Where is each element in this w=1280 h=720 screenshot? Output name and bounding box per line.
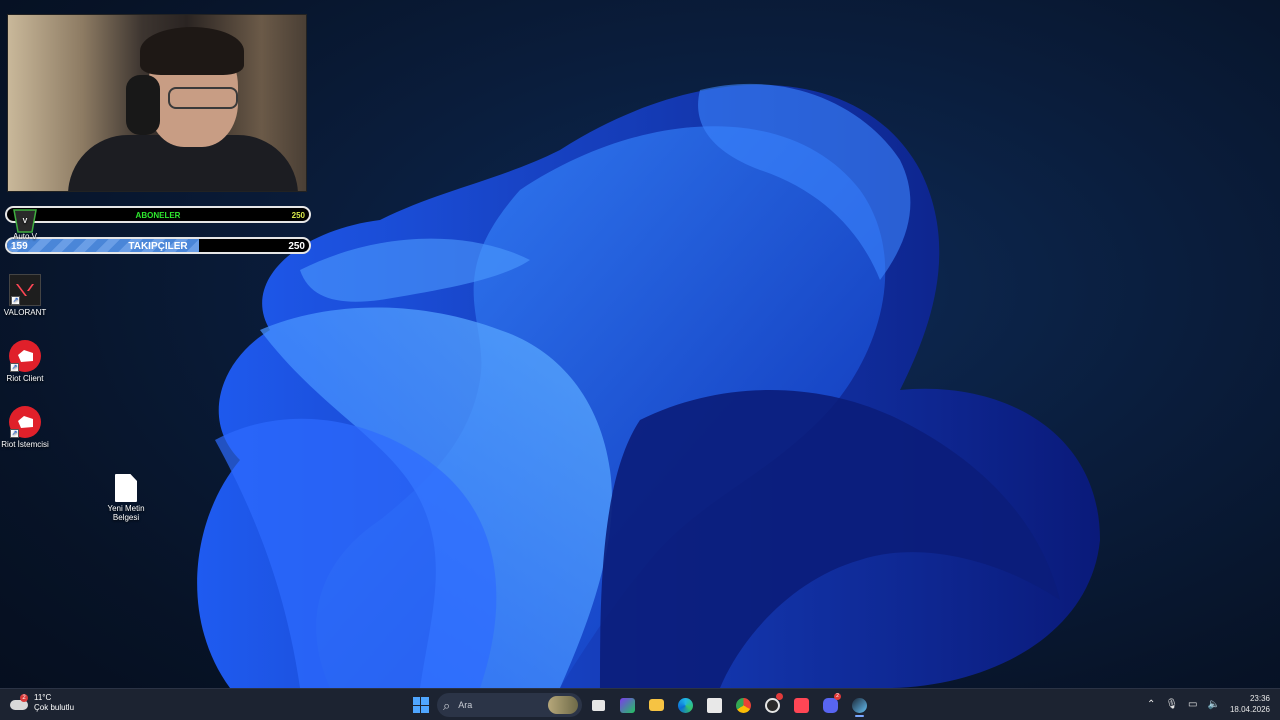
riot-client-icon: ↗ — [9, 340, 41, 372]
task-view-icon — [592, 699, 605, 711]
weather-temperature: 11°C — [34, 693, 52, 702]
shortcut-arrow-icon: ↗ — [10, 363, 19, 372]
valorant-taskbar-button[interactable] — [789, 693, 814, 717]
search-icon: ⌕ — [443, 697, 451, 713]
desktop-icon-label: Riot İstemcisi — [1, 440, 49, 449]
chrome-button[interactable] — [731, 693, 756, 717]
ms-store-games-button[interactable] — [615, 693, 640, 717]
file-explorer-button[interactable] — [644, 693, 669, 717]
microsoft-store-icon — [707, 697, 722, 713]
desktop-icon-label: Riot Client — [6, 374, 44, 383]
weather-widget[interactable]: 2 11°C Çok bulutlu — [10, 693, 74, 713]
speaker-icon[interactable]: 🔈 — [1208, 699, 1220, 710]
valorant-icon — [794, 697, 809, 713]
gta-icon: V — [13, 209, 37, 233]
system-tray: ⌃ 🎙 ▭ 🔈 23:36 18.04.2026 — [1147, 693, 1270, 715]
windows-logo-icon — [412, 697, 429, 713]
chevron-up-icon[interactable]: ⌃ — [1147, 699, 1155, 710]
start-button[interactable] — [408, 693, 433, 717]
desktop-icon-valorant[interactable]: ↗ VALORANT — [0, 274, 55, 317]
taskbar-search[interactable]: ⌕ Ara — [437, 693, 582, 717]
svg-text:V: V — [23, 218, 28, 225]
followers-goal-target: 250 — [288, 241, 305, 252]
riot-client-icon: ↗ — [9, 406, 41, 438]
chrome-icon — [736, 697, 751, 713]
search-placeholder: Ara — [458, 700, 473, 710]
obs-recording-indicator — [776, 693, 783, 700]
subscribers-goal-target: 250 — [291, 211, 305, 220]
display-icon[interactable]: ▭ — [1188, 699, 1197, 710]
shortcut-arrow-icon: ↗ — [11, 296, 20, 305]
cloudy-weather-icon: 2 — [10, 694, 28, 710]
valorant-icon: ↗ — [9, 274, 41, 306]
desktop-icon-gta[interactable]: V Auto V — [0, 208, 55, 247]
search-highlight-image — [548, 696, 578, 714]
obs-button[interactable] — [760, 693, 785, 717]
desktop-icon-text-document[interactable]: Yeni Metin Belgesi — [96, 474, 156, 522]
microsoft-store-button[interactable] — [702, 693, 727, 717]
clock[interactable]: 23:36 18.04.2026 — [1230, 693, 1270, 715]
discord-button[interactable]: 2 — [818, 693, 843, 717]
headphones — [126, 75, 160, 135]
clock-time: 23:36 — [1249, 694, 1270, 703]
edge-button[interactable] — [673, 693, 698, 717]
glasses — [168, 87, 238, 109]
weather-badge: 2 — [20, 694, 28, 702]
desktop-icon-riot-client[interactable]: ↗ Riot Client — [0, 340, 55, 383]
discord-notification-badge: 2 — [834, 693, 841, 700]
text-document-icon — [115, 474, 137, 502]
clock-date: 18.04.2026 — [1229, 705, 1270, 714]
shortcut-arrow-icon: ↗ — [10, 429, 19, 438]
webcam-person-hair — [140, 27, 244, 75]
edge-icon — [678, 697, 693, 713]
weather-condition: Çok bulutlu — [34, 703, 75, 712]
task-view-button[interactable] — [586, 693, 611, 717]
steam-button[interactable] — [847, 693, 872, 717]
desktop-icon-label: VALORANT — [3, 308, 47, 317]
file-explorer-icon — [649, 699, 664, 711]
taskbar-apps: ⌕ Ara 2 — [408, 693, 872, 717]
taskbar: 2 11°C Çok bulutlu ⌕ Ara 2 ⌃ 🎙 ▭ 🔈 23:36… — [0, 688, 1280, 720]
desktop-icon-label: Auto V — [12, 232, 37, 241]
ms-store-games-icon — [620, 697, 635, 713]
webcam-overlay — [7, 14, 307, 192]
microphone-icon[interactable]: 🎙 — [1165, 699, 1178, 710]
desktop-icon-riot-istemcisi[interactable]: ↗ Riot İstemcisi — [0, 406, 55, 449]
desktop-icon-label: Yeni Metin Belgesi — [107, 504, 145, 522]
steam-icon — [852, 697, 867, 713]
